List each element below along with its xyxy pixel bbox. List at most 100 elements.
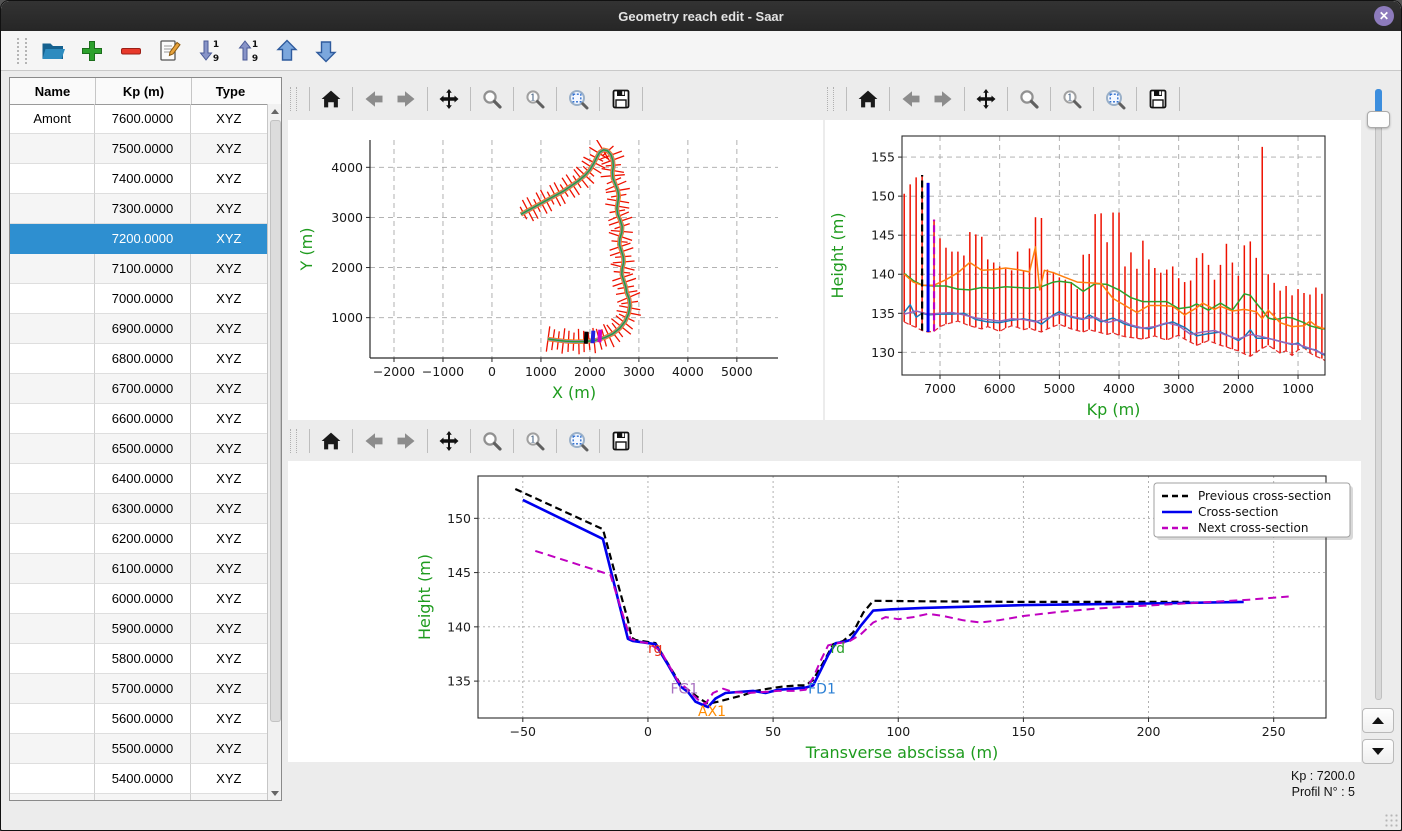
home-button[interactable] (316, 84, 346, 114)
next-profile-button[interactable] (1362, 739, 1394, 764)
reach-position-slider[interactable] (1375, 89, 1382, 700)
table-row[interactable]: 6400.0000XYZ (10, 464, 267, 494)
home-button[interactable] (853, 84, 883, 114)
window: Geometry reach edit - Saar ✕ 19 19 (0, 0, 1402, 831)
zoom-one-button[interactable]: 1 (520, 426, 550, 456)
svg-text:4000: 4000 (331, 160, 363, 175)
pan-button[interactable] (434, 84, 464, 114)
add-button[interactable] (77, 36, 107, 66)
zoom-one-button[interactable]: 1 (520, 84, 550, 114)
scroll-up-button[interactable] (268, 104, 281, 118)
previous-section-mark (586, 332, 587, 344)
triangle-down-icon (271, 791, 279, 796)
zoom-rect-button[interactable] (563, 426, 593, 456)
forward-icon (395, 430, 417, 452)
svg-text:100: 100 (886, 724, 910, 739)
save-button[interactable] (1143, 84, 1173, 114)
table-row[interactable]: 5900.0000XYZ (10, 614, 267, 644)
table-row[interactable]: 7200.0000XYZ (10, 224, 267, 254)
close-button[interactable]: ✕ (1374, 6, 1394, 26)
toolbar-grip[interactable] (290, 87, 297, 111)
table-row[interactable]: Amont7600.0000XYZ (10, 104, 267, 134)
table-row[interactable]: 5800.0000XYZ (10, 644, 267, 674)
table-row[interactable]: 7400.0000XYZ (10, 164, 267, 194)
cross-section-plot[interactable]: rgrdFG1FD1AX1−50050100150200250135140145… (288, 461, 1361, 762)
table-row[interactable]: 6900.0000XYZ (10, 314, 267, 344)
table-row[interactable]: 6600.0000XYZ (10, 404, 267, 434)
annotation-rg: rg (648, 641, 662, 657)
table-row[interactable]: 6200.0000XYZ (10, 524, 267, 554)
zoom-rect-button[interactable] (1100, 84, 1130, 114)
save-button[interactable] (606, 84, 636, 114)
table-row[interactable] (10, 794, 267, 800)
forward-button[interactable] (391, 426, 421, 456)
annotation-rd: rd (831, 641, 845, 657)
table-cell: XYZ (191, 554, 267, 584)
home-button[interactable] (316, 426, 346, 456)
table-row[interactable]: 6500.0000XYZ (10, 434, 267, 464)
table-row[interactable]: 5700.0000XYZ (10, 674, 267, 704)
forward-button[interactable] (928, 84, 958, 114)
zoom-button[interactable] (477, 84, 507, 114)
plan-view-plot[interactable]: −2000−1000010002000300040005000100020003… (288, 120, 823, 420)
window-title: Geometry reach edit - Saar (618, 9, 783, 24)
save-button[interactable] (606, 426, 636, 456)
scrollbar-thumb[interactable] (270, 120, 281, 722)
table-row[interactable]: 6000.0000XYZ (10, 584, 267, 614)
table-scrollbar[interactable] (267, 104, 281, 800)
table-row[interactable]: 7000.0000XYZ (10, 284, 267, 314)
move-down-button[interactable] (311, 36, 341, 66)
remove-button[interactable] (116, 36, 146, 66)
table-row[interactable]: 7500.0000XYZ (10, 134, 267, 164)
scroll-down-button[interactable] (268, 786, 281, 800)
table-cell (10, 464, 95, 494)
table-row[interactable]: 6100.0000XYZ (10, 554, 267, 584)
table-row[interactable]: 7100.0000XYZ (10, 254, 267, 284)
move-up-button[interactable] (272, 36, 302, 66)
open-button[interactable] (38, 36, 68, 66)
resize-grip[interactable] (1384, 813, 1398, 827)
zoom-button[interactable] (1014, 84, 1044, 114)
table-cell: XYZ (191, 524, 267, 554)
sort-asc-icon: 19 (235, 38, 261, 64)
toolbar-grip[interactable] (827, 87, 834, 111)
back-button[interactable] (359, 426, 389, 456)
sort-asc-button[interactable]: 19 (233, 36, 263, 66)
slider-handle[interactable] (1367, 111, 1390, 128)
table-row[interactable]: 5500.0000XYZ (10, 734, 267, 764)
separator (964, 87, 965, 111)
next-section-mark (599, 330, 600, 343)
svg-text:7000: 7000 (924, 381, 956, 396)
svg-text:150: 150 (1011, 724, 1035, 739)
back-icon (363, 430, 385, 452)
sort-desc-button[interactable]: 19 (194, 36, 224, 66)
edit-button[interactable] (155, 36, 185, 66)
table-row[interactable]: 5400.0000XYZ (10, 764, 267, 794)
longitudinal-profile-plot[interactable]: 7000600050004000300020001000130135140145… (825, 120, 1361, 420)
svg-text:4000: 4000 (672, 364, 704, 379)
table-cell: 7600.0000 (95, 104, 190, 134)
pan-button[interactable] (434, 426, 464, 456)
separator (1179, 87, 1180, 111)
forward-button[interactable] (391, 84, 421, 114)
table-row[interactable]: 6800.0000XYZ (10, 344, 267, 374)
annotation-AX1: AX1 (698, 704, 726, 720)
svg-text:1000: 1000 (331, 310, 363, 325)
table-row[interactable]: 6700.0000XYZ (10, 374, 267, 404)
table-row[interactable]: 7300.0000XYZ (10, 194, 267, 224)
svg-text:2000: 2000 (331, 260, 363, 275)
zoom-rect-button[interactable] (563, 84, 593, 114)
toolbar-grip[interactable] (290, 429, 297, 453)
back-button[interactable] (359, 84, 389, 114)
titlebar[interactable]: Geometry reach edit - Saar ✕ (1, 1, 1401, 31)
back-button[interactable] (896, 84, 926, 114)
pan-button[interactable] (971, 84, 1001, 114)
table-row[interactable]: 5600.0000XYZ (10, 704, 267, 734)
zoom-one-button[interactable]: 1 (1057, 84, 1087, 114)
pan-icon (975, 88, 997, 110)
table-row[interactable]: 6300.0000XYZ (10, 494, 267, 524)
back-icon (900, 88, 922, 110)
zoom-button[interactable] (477, 426, 507, 456)
previous-profile-button[interactable] (1362, 708, 1394, 733)
toolbar-grip[interactable] (17, 38, 27, 64)
